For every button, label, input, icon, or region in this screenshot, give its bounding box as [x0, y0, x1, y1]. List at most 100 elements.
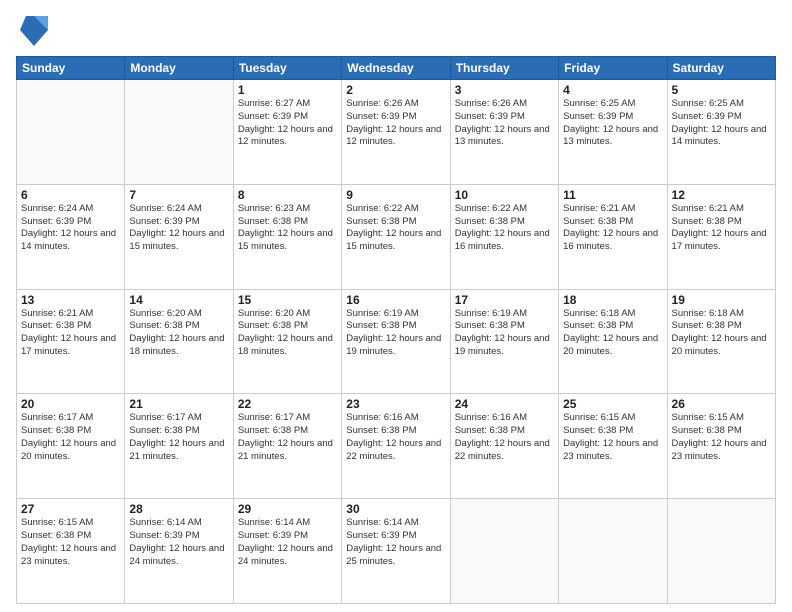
day-detail: Sunrise: 6:23 AMSunset: 6:38 PMDaylight:… [238, 203, 337, 254]
day-detail: Sunrise: 6:14 AMSunset: 6:39 PMDaylight:… [238, 517, 337, 568]
day-number: 17 [455, 293, 554, 307]
calendar-week-row: 6 Sunrise: 6:24 AMSunset: 6:39 PMDaylight… [17, 184, 776, 289]
calendar-cell: 23Sunrise: 6:16 AMSunset: 6:38 PMDayligh… [342, 394, 450, 499]
day-number: 20 [21, 397, 120, 411]
calendar-cell: 27Sunrise: 6:15 AMSunset: 6:38 PMDayligh… [17, 499, 125, 604]
calendar-day-header: Saturday [667, 57, 775, 80]
day-detail: Sunrise: 6:17 AMSunset: 6:38 PMDaylight:… [21, 412, 120, 463]
day-detail: Sunrise: 6:24 AMSunset: 6:39 PMDaylight:… [129, 203, 228, 254]
calendar-cell [450, 499, 558, 604]
calendar-cell [17, 80, 125, 185]
calendar-table: SundayMondayTuesdayWednesdayThursdayFrid… [16, 56, 776, 604]
page: SundayMondayTuesdayWednesdayThursdayFrid… [0, 0, 792, 612]
calendar-cell: 25Sunrise: 6:15 AMSunset: 6:38 PMDayligh… [559, 394, 667, 499]
day-detail: Sunrise: 6:18 AMSunset: 6:38 PMDaylight:… [563, 308, 662, 359]
calendar-cell: 11Sunrise: 6:21 AMSunset: 6:38 PMDayligh… [559, 184, 667, 289]
day-number: 14 [129, 293, 228, 307]
day-detail: Sunrise: 6:18 AMSunset: 6:38 PMDaylight:… [672, 308, 771, 359]
day-number: 23 [346, 397, 445, 411]
day-detail: Sunrise: 6:15 AMSunset: 6:38 PMDaylight:… [563, 412, 662, 463]
calendar-cell: 26Sunrise: 6:15 AMSunset: 6:38 PMDayligh… [667, 394, 775, 499]
day-number: 10 [455, 188, 554, 202]
day-detail: Sunrise: 6:26 AMSunset: 6:39 PMDaylight:… [455, 98, 554, 149]
calendar-day-header: Thursday [450, 57, 558, 80]
day-detail: Sunrise: 6:20 AMSunset: 6:38 PMDaylight:… [129, 308, 228, 359]
calendar-day-header: Friday [559, 57, 667, 80]
day-number: 16 [346, 293, 445, 307]
day-detail: Sunrise: 6:14 AMSunset: 6:39 PMDaylight:… [129, 517, 228, 568]
calendar-cell: 20Sunrise: 6:17 AMSunset: 6:38 PMDayligh… [17, 394, 125, 499]
calendar-cell: 8Sunrise: 6:23 AMSunset: 6:38 PMDaylight… [233, 184, 341, 289]
day-detail: Sunrise: 6:21 AMSunset: 6:38 PMDaylight:… [21, 308, 120, 359]
calendar-cell: 17Sunrise: 6:19 AMSunset: 6:38 PMDayligh… [450, 289, 558, 394]
calendar-cell: 18Sunrise: 6:18 AMSunset: 6:38 PMDayligh… [559, 289, 667, 394]
day-number: 11 [563, 188, 662, 202]
day-number: 12 [672, 188, 771, 202]
day-detail: Sunrise: 6:16 AMSunset: 6:38 PMDaylight:… [455, 412, 554, 463]
day-detail: Sunrise: 6:15 AMSunset: 6:38 PMDaylight:… [672, 412, 771, 463]
day-detail: Sunrise: 6:19 AMSunset: 6:38 PMDaylight:… [346, 308, 445, 359]
day-number: 26 [672, 397, 771, 411]
calendar-cell: 19Sunrise: 6:18 AMSunset: 6:38 PMDayligh… [667, 289, 775, 394]
calendar-cell: 24Sunrise: 6:16 AMSunset: 6:38 PMDayligh… [450, 394, 558, 499]
calendar-cell [667, 499, 775, 604]
calendar-cell: 15Sunrise: 6:20 AMSunset: 6:38 PMDayligh… [233, 289, 341, 394]
calendar-cell: 29Sunrise: 6:14 AMSunset: 6:39 PMDayligh… [233, 499, 341, 604]
calendar-cell: 12Sunrise: 6:21 AMSunset: 6:38 PMDayligh… [667, 184, 775, 289]
day-detail: Sunrise: 6:21 AMSunset: 6:38 PMDaylight:… [672, 203, 771, 254]
day-detail: Sunrise: 6:26 AMSunset: 6:39 PMDaylight:… [346, 98, 445, 149]
calendar-cell: 10Sunrise: 6:22 AMSunset: 6:38 PMDayligh… [450, 184, 558, 289]
day-detail: Sunrise: 6:17 AMSunset: 6:38 PMDaylight:… [238, 412, 337, 463]
day-number: 30 [346, 502, 445, 516]
calendar-cell: 1Sunrise: 6:27 AMSunset: 6:39 PMDaylight… [233, 80, 341, 185]
calendar-cell: 22Sunrise: 6:17 AMSunset: 6:38 PMDayligh… [233, 394, 341, 499]
logo-icon [18, 12, 50, 48]
calendar-cell: 30Sunrise: 6:14 AMSunset: 6:39 PMDayligh… [342, 499, 450, 604]
calendar-day-header: Sunday [17, 57, 125, 80]
calendar-cell: 14Sunrise: 6:20 AMSunset: 6:38 PMDayligh… [125, 289, 233, 394]
day-number: 24 [455, 397, 554, 411]
day-detail: Sunrise: 6:15 AMSunset: 6:38 PMDaylight:… [21, 517, 120, 568]
calendar-header-row: SundayMondayTuesdayWednesdayThursdayFrid… [17, 57, 776, 80]
calendar-cell: 7Sunrise: 6:24 AMSunset: 6:39 PMDaylight… [125, 184, 233, 289]
day-detail: Sunrise: 6:14 AMSunset: 6:39 PMDaylight:… [346, 517, 445, 568]
calendar-cell: 4Sunrise: 6:25 AMSunset: 6:39 PMDaylight… [559, 80, 667, 185]
day-number: 2 [346, 83, 445, 97]
day-detail: Sunrise: 6:25 AMSunset: 6:39 PMDaylight:… [563, 98, 662, 149]
calendar-day-header: Monday [125, 57, 233, 80]
calendar-day-header: Tuesday [233, 57, 341, 80]
day-detail: Sunrise: 6:19 AMSunset: 6:38 PMDaylight:… [455, 308, 554, 359]
calendar-cell [559, 499, 667, 604]
calendar-cell: 16Sunrise: 6:19 AMSunset: 6:38 PMDayligh… [342, 289, 450, 394]
day-number: 29 [238, 502, 337, 516]
day-number: 4 [563, 83, 662, 97]
day-detail: Sunrise: 6:20 AMSunset: 6:38 PMDaylight:… [238, 308, 337, 359]
calendar-week-row: 1Sunrise: 6:27 AMSunset: 6:39 PMDaylight… [17, 80, 776, 185]
day-number: 13 [21, 293, 120, 307]
day-number: 3 [455, 83, 554, 97]
day-number: 22 [238, 397, 337, 411]
calendar-cell [125, 80, 233, 185]
day-detail: Sunrise: 6:22 AMSunset: 6:38 PMDaylight:… [346, 203, 445, 254]
calendar-cell: 3Sunrise: 6:26 AMSunset: 6:39 PMDaylight… [450, 80, 558, 185]
calendar-cell: 2Sunrise: 6:26 AMSunset: 6:39 PMDaylight… [342, 80, 450, 185]
day-number: 15 [238, 293, 337, 307]
day-number: 6 [21, 188, 120, 202]
header [16, 12, 776, 48]
day-number: 28 [129, 502, 228, 516]
day-number: 5 [672, 83, 771, 97]
calendar-cell: 6Sunrise: 6:24 AMSunset: 6:39 PMDaylight… [17, 184, 125, 289]
calendar-cell: 28Sunrise: 6:14 AMSunset: 6:39 PMDayligh… [125, 499, 233, 604]
day-number: 18 [563, 293, 662, 307]
day-detail: Sunrise: 6:27 AMSunset: 6:39 PMDaylight:… [238, 98, 337, 149]
day-detail: Sunrise: 6:17 AMSunset: 6:38 PMDaylight:… [129, 412, 228, 463]
day-detail: Sunrise: 6:22 AMSunset: 6:38 PMDaylight:… [455, 203, 554, 254]
day-number: 19 [672, 293, 771, 307]
day-number: 1 [238, 83, 337, 97]
day-number: 8 [238, 188, 337, 202]
day-detail: Sunrise: 6:21 AMSunset: 6:38 PMDaylight:… [563, 203, 662, 254]
calendar-week-row: 27Sunrise: 6:15 AMSunset: 6:38 PMDayligh… [17, 499, 776, 604]
calendar-day-header: Wednesday [342, 57, 450, 80]
calendar-cell: 13Sunrise: 6:21 AMSunset: 6:38 PMDayligh… [17, 289, 125, 394]
calendar-week-row: 20Sunrise: 6:17 AMSunset: 6:38 PMDayligh… [17, 394, 776, 499]
